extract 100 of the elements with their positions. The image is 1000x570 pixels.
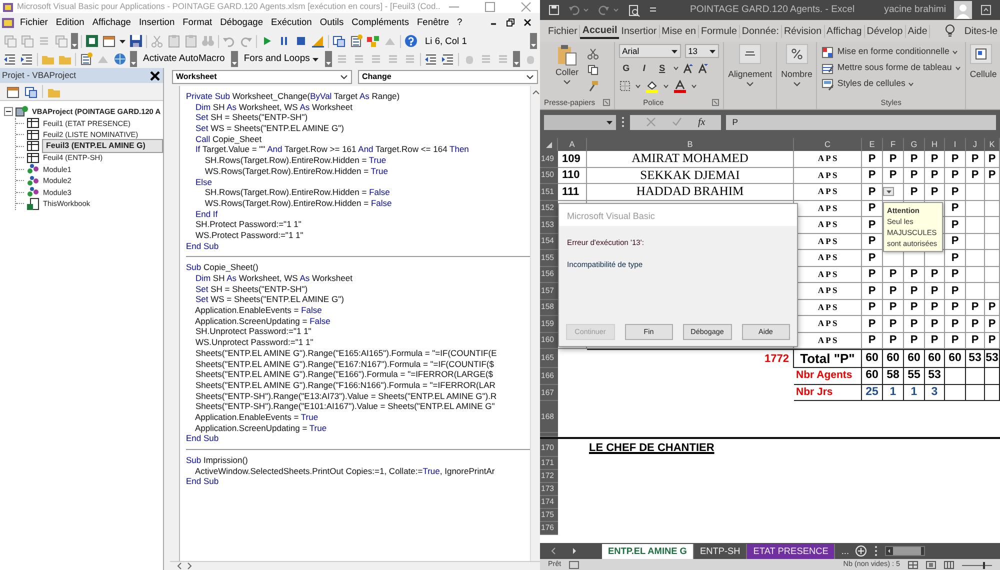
indent-icon[interactable]: [440, 52, 455, 66]
menu-item[interactable]: Edition: [52, 16, 88, 30]
shapes-icon[interactable]: [366, 34, 380, 48]
ribbon-tab[interactable]: Fichier: [546, 24, 580, 38]
column-header[interactable]: H: [925, 138, 945, 151]
close-icon[interactable]: [523, 18, 532, 27]
ribbon-display-icon[interactable]: [980, 4, 992, 16]
menu-item[interactable]: Insertion: [134, 16, 179, 30]
restore-icon[interactable]: [506, 18, 515, 27]
triangle-ruler-icon[interactable]: [311, 34, 325, 48]
paste-button[interactable]: Coller: [556, 44, 579, 92]
column-header[interactable]: J: [966, 138, 985, 151]
outdent-icon[interactable]: [424, 52, 438, 66]
lightbulb-icon[interactable]: [944, 24, 956, 38]
more-options-icon[interactable]: [621, 116, 625, 128]
dialog-launcher-icon[interactable]: [603, 98, 610, 106]
cells-button[interactable]: Cellule: [970, 44, 997, 82]
object-dropdown[interactable]: Worksheet: [172, 70, 352, 84]
menu-item[interactable]: Fichier: [16, 16, 52, 30]
column-header[interactable]: F: [883, 138, 904, 151]
properties-icon[interactable]: [79, 52, 93, 66]
fill-color-icon[interactable]: [645, 80, 660, 92]
select-all-icon[interactable]: [544, 140, 552, 148]
borders-icon[interactable]: [619, 80, 632, 92]
search-field[interactable]: Dites-le: [962, 24, 1000, 38]
column-header[interactable]: A: [558, 138, 587, 151]
ribbon-tab[interactable]: Accueil: [580, 24, 620, 38]
collapse-icon[interactable]: [4, 107, 13, 116]
normal-view-icon[interactable]: [908, 560, 918, 568]
scroll-right-icon[interactable]: [186, 562, 193, 570]
macro-record-icon[interactable]: [569, 560, 580, 568]
check-icon[interactable]: [672, 117, 682, 127]
scroll-left-icon[interactable]: [176, 562, 183, 570]
zoom-slider[interactable]: [962, 560, 992, 568]
menu-item[interactable]: Débogage: [216, 16, 267, 30]
ribbon-tab[interactable]: Dévelop: [864, 24, 906, 38]
menu-item[interactable]: Fenêtre: [412, 16, 454, 30]
ribbon-tab[interactable]: Aide: [906, 24, 930, 38]
print-preview-icon[interactable]: [628, 4, 640, 16]
styles-menu-item[interactable]: Mettre sous forme de tableau: [821, 60, 961, 76]
app-icon[interactable]: [0, 16, 16, 30]
snippet-dropdown[interactable]: Fors and Loops: [240, 52, 322, 66]
form-icon[interactable]: [102, 34, 116, 48]
toolbar-grip-icon[interactable]: [71, 33, 78, 49]
size-field[interactable]: 13: [685, 44, 720, 58]
font-shrink-icon[interactable]: [698, 63, 710, 74]
dropdown-button[interactable]: [883, 187, 894, 196]
scissors-icon[interactable]: [586, 48, 599, 60]
menu-item[interactable]: Outils: [316, 16, 348, 30]
dialog-launcher-icon[interactable]: [712, 98, 720, 106]
tree-item[interactable]: Feuil3 (ENTP.EL AMINE G): [42, 139, 163, 154]
sheet-tab[interactable]: ETAT PRESENCE: [747, 544, 836, 558]
caret-icon[interactable]: [119, 38, 126, 44]
column-header[interactable]: B: [587, 138, 794, 151]
maximize-icon[interactable]: [484, 0, 496, 12]
more-tabs-button[interactable]: ...: [835, 544, 856, 558]
save-icon[interactable]: [548, 4, 560, 16]
font-color-icon[interactable]: [673, 80, 688, 92]
toolbar-grip-icon[interactable]: [530, 33, 537, 49]
ribbon-tab[interactable]: Insertior: [619, 24, 660, 38]
undo-icon[interactable]: [568, 4, 590, 16]
font-field[interactable]: Arial: [619, 44, 682, 58]
procedure-dropdown[interactable]: Change: [358, 70, 538, 84]
menu-item[interactable]: Exécution: [267, 16, 316, 30]
next-sheet-icon[interactable]: [572, 547, 578, 555]
previous-sheet-icon[interactable]: [550, 547, 556, 555]
menu-item[interactable]: Affichage: [88, 16, 135, 30]
outdent-icon[interactable]: [3, 52, 17, 66]
insert-function-button[interactable]: fx: [698, 114, 706, 130]
formula-field[interactable]: P: [726, 114, 996, 130]
column-header[interactable]: G: [904, 138, 925, 151]
horizontal-scrollbar[interactable]: [885, 546, 926, 556]
spreadsheet-icon[interactable]: [85, 34, 99, 48]
sheet-tab[interactable]: ENTP.EL AMINE G: [602, 544, 694, 558]
ribbon-tab[interactable]: Mise en: [660, 24, 699, 38]
menu-item[interactable]: ?: [453, 16, 466, 30]
scroll-up-icon[interactable]: [532, 89, 540, 96]
bold-button[interactable]: G: [619, 62, 634, 76]
column-header[interactable]: I: [945, 138, 966, 151]
toolbar-grip-icon[interactable]: [230, 51, 238, 67]
page-layout-icon[interactable]: [926, 560, 936, 568]
more-options-icon[interactable]: [873, 545, 880, 557]
stop-icon[interactable]: [294, 34, 308, 48]
save-icon[interactable]: [129, 34, 143, 48]
brush-icon[interactable]: [586, 80, 599, 92]
redo-icon[interactable]: [598, 4, 620, 16]
clipboard-icon[interactable]: [167, 34, 181, 48]
number-button[interactable]: Nombre: [781, 44, 812, 88]
styles-menu-item[interactable]: Styles de cellules: [821, 76, 914, 92]
ribbon-tab[interactable]: Révision: [782, 24, 825, 38]
ribbon-tab[interactable]: Formule: [698, 24, 740, 38]
menu-item[interactable]: Format: [178, 16, 216, 30]
menu-item[interactable]: Compléments: [348, 16, 413, 30]
clipboard-icon[interactable]: [184, 34, 198, 48]
add-sheet-icon[interactable]: [855, 545, 868, 557]
help-icon[interactable]: [404, 34, 418, 48]
toolbar-grip-icon[interactable]: [324, 51, 332, 67]
macro-button[interactable]: Activate AutoMacro: [140, 52, 228, 66]
ribbon-tab[interactable]: Affichag: [824, 24, 865, 38]
indent-icon[interactable]: [20, 52, 34, 66]
